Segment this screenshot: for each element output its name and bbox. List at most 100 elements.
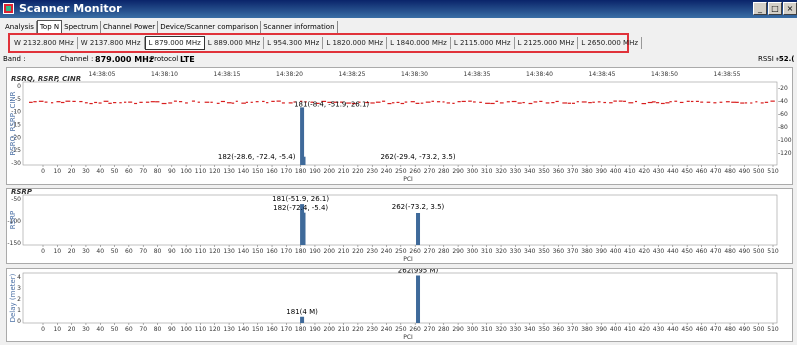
x-tick-label: 480	[724, 248, 736, 255]
protocol-value: LTE	[180, 55, 195, 64]
bar	[300, 316, 305, 323]
tab-spectrum[interactable]: Spectrum	[62, 20, 102, 33]
x-tick-label: 480	[724, 326, 736, 333]
bar	[416, 275, 421, 323]
frequency-tab[interactable]: W 2137.800 MHz	[78, 37, 145, 49]
scatter-point	[750, 102, 753, 104]
frequency-tab[interactable]: L 879.000 MHz	[144, 36, 205, 50]
scatter-point	[740, 102, 745, 104]
y-right-tick-label: -80	[778, 124, 788, 131]
scatter-point	[29, 101, 33, 103]
x-tick-label: 420	[638, 168, 650, 175]
frequency-tab[interactable]: L 2115.000 MHz	[451, 37, 515, 49]
x-tick-label: 500	[753, 168, 765, 175]
y-right-tick-label: -40	[778, 98, 788, 105]
x-tick-label: 380	[581, 326, 593, 333]
scatter-point	[713, 102, 717, 104]
minimize-button[interactable]: _	[753, 2, 767, 15]
scatter-point	[262, 100, 265, 103]
x-tick-label: 200	[324, 168, 336, 175]
scatter-point	[226, 102, 232, 104]
x-tick-label: 70	[139, 168, 147, 175]
frequency-tab[interactable]: L 1820.000 MHz	[323, 37, 388, 49]
x-tick-label: 350	[538, 248, 550, 255]
scatter-point	[770, 100, 775, 102]
x-tick-label: 510	[767, 248, 779, 255]
x-tick-label: 470	[710, 326, 722, 333]
frequency-tab[interactable]: L 1840.000 MHz	[387, 37, 451, 49]
tab-scanner-information[interactable]: Scanner information	[261, 20, 338, 33]
y-tick-label: -30	[11, 160, 21, 167]
scatter-point	[551, 102, 555, 104]
tab-channel-power[interactable]: Channel Power	[101, 20, 159, 33]
y-axis-label: Delay (meter)	[9, 273, 17, 322]
x-tick-label: 60	[125, 248, 133, 255]
scatter-point	[479, 101, 482, 103]
scatter-point	[98, 102, 102, 104]
scatter-point	[499, 102, 504, 104]
x-tick-label: 410	[624, 248, 636, 255]
scatter-point	[231, 102, 235, 104]
tab-device-scanner-comparison[interactable]: Device/Scanner comparison	[158, 20, 262, 33]
scatter-point	[592, 101, 595, 103]
frequency-tab[interactable]: L 2650.000 MHz	[578, 37, 643, 49]
y-right-tick-label: -120	[778, 150, 792, 157]
frequency-tab[interactable]: W 2132.800 MHz	[11, 37, 78, 49]
x-tick-label: 90	[168, 168, 176, 175]
scatter-point	[370, 102, 375, 104]
data-label: 262(-29.4, -73.2, 3.5)	[380, 153, 455, 161]
x-tick-label: 280	[438, 248, 450, 255]
scatter-point	[725, 101, 730, 103]
frequency-tab[interactable]: L 2125.000 MHz	[515, 37, 579, 49]
rssi-value: -52.(	[776, 55, 795, 63]
x-tick-label: 400	[610, 326, 622, 333]
x-tick-label: 260	[409, 248, 421, 255]
x-tick-label: 280	[438, 326, 450, 333]
scatter-point	[545, 102, 550, 104]
scatter-point	[119, 102, 122, 104]
tab-analysis[interactable]: Analysis	[3, 20, 37, 33]
x-tick-label: 490	[739, 326, 751, 333]
frequency-tab[interactable]: L 954.300 MHz	[264, 37, 324, 49]
scatter-point	[245, 101, 248, 103]
scatter-point	[420, 102, 424, 104]
close-button[interactable]: ×	[783, 2, 797, 15]
x-tick-label: 160	[266, 168, 278, 175]
x-tick-label: 170	[281, 248, 293, 255]
x-tick-label: 460	[696, 168, 708, 175]
scatter-point	[700, 101, 704, 103]
frequency-tab[interactable]: L 889.000 MHz	[205, 37, 265, 49]
x-tick-label: 30	[82, 326, 90, 333]
tab-top-n[interactable]: Top N	[36, 19, 63, 34]
scatter-point	[468, 100, 472, 102]
scatter-point	[60, 101, 65, 104]
scatter-point	[255, 101, 259, 103]
x-tick-label: 80	[154, 248, 162, 255]
scatter-point	[506, 101, 510, 103]
scatter-point	[431, 100, 434, 102]
scatter-point	[669, 101, 672, 103]
x-tick-label: 490	[739, 248, 751, 255]
x-tick-label: 20	[68, 168, 76, 175]
scatter-point	[539, 100, 543, 103]
rsrq-chart: 0 10 20 30 40 50 60 70 80 90 100 110 120 130 140 150 160…	[9, 71, 792, 183]
x-tick-label: 360	[553, 326, 565, 333]
x-tick-label: 10	[53, 326, 61, 333]
time-tick-label: 14:38:30	[401, 71, 428, 78]
scatter-point	[461, 100, 466, 103]
delay-chart: 0 10 20 30 40 50 60 70 80 90 100 110 120 130 140 150 160…	[9, 267, 779, 342]
scatter-point	[522, 101, 525, 104]
x-tick-label: 50	[111, 248, 119, 255]
scatter-point	[281, 102, 285, 104]
x-tick-label: 330	[510, 326, 522, 333]
x-tick-label: 40	[96, 248, 104, 255]
restore-button[interactable]: □	[768, 2, 782, 15]
chart-title: RSRQ, RSRP, CINR	[11, 75, 81, 83]
scatter-point	[656, 102, 660, 104]
x-tick-label: 210	[338, 326, 350, 333]
scatter-point	[597, 101, 601, 103]
rsrp-chart: 0 10 20 30 40 50 60 70 80 90 100 110 120 130 140 150 160…	[7, 188, 779, 263]
x-tick-label: 300	[467, 326, 479, 333]
data-label: 181(-51.9, 26.1)	[272, 195, 329, 203]
x-tick-label: 360	[553, 248, 565, 255]
